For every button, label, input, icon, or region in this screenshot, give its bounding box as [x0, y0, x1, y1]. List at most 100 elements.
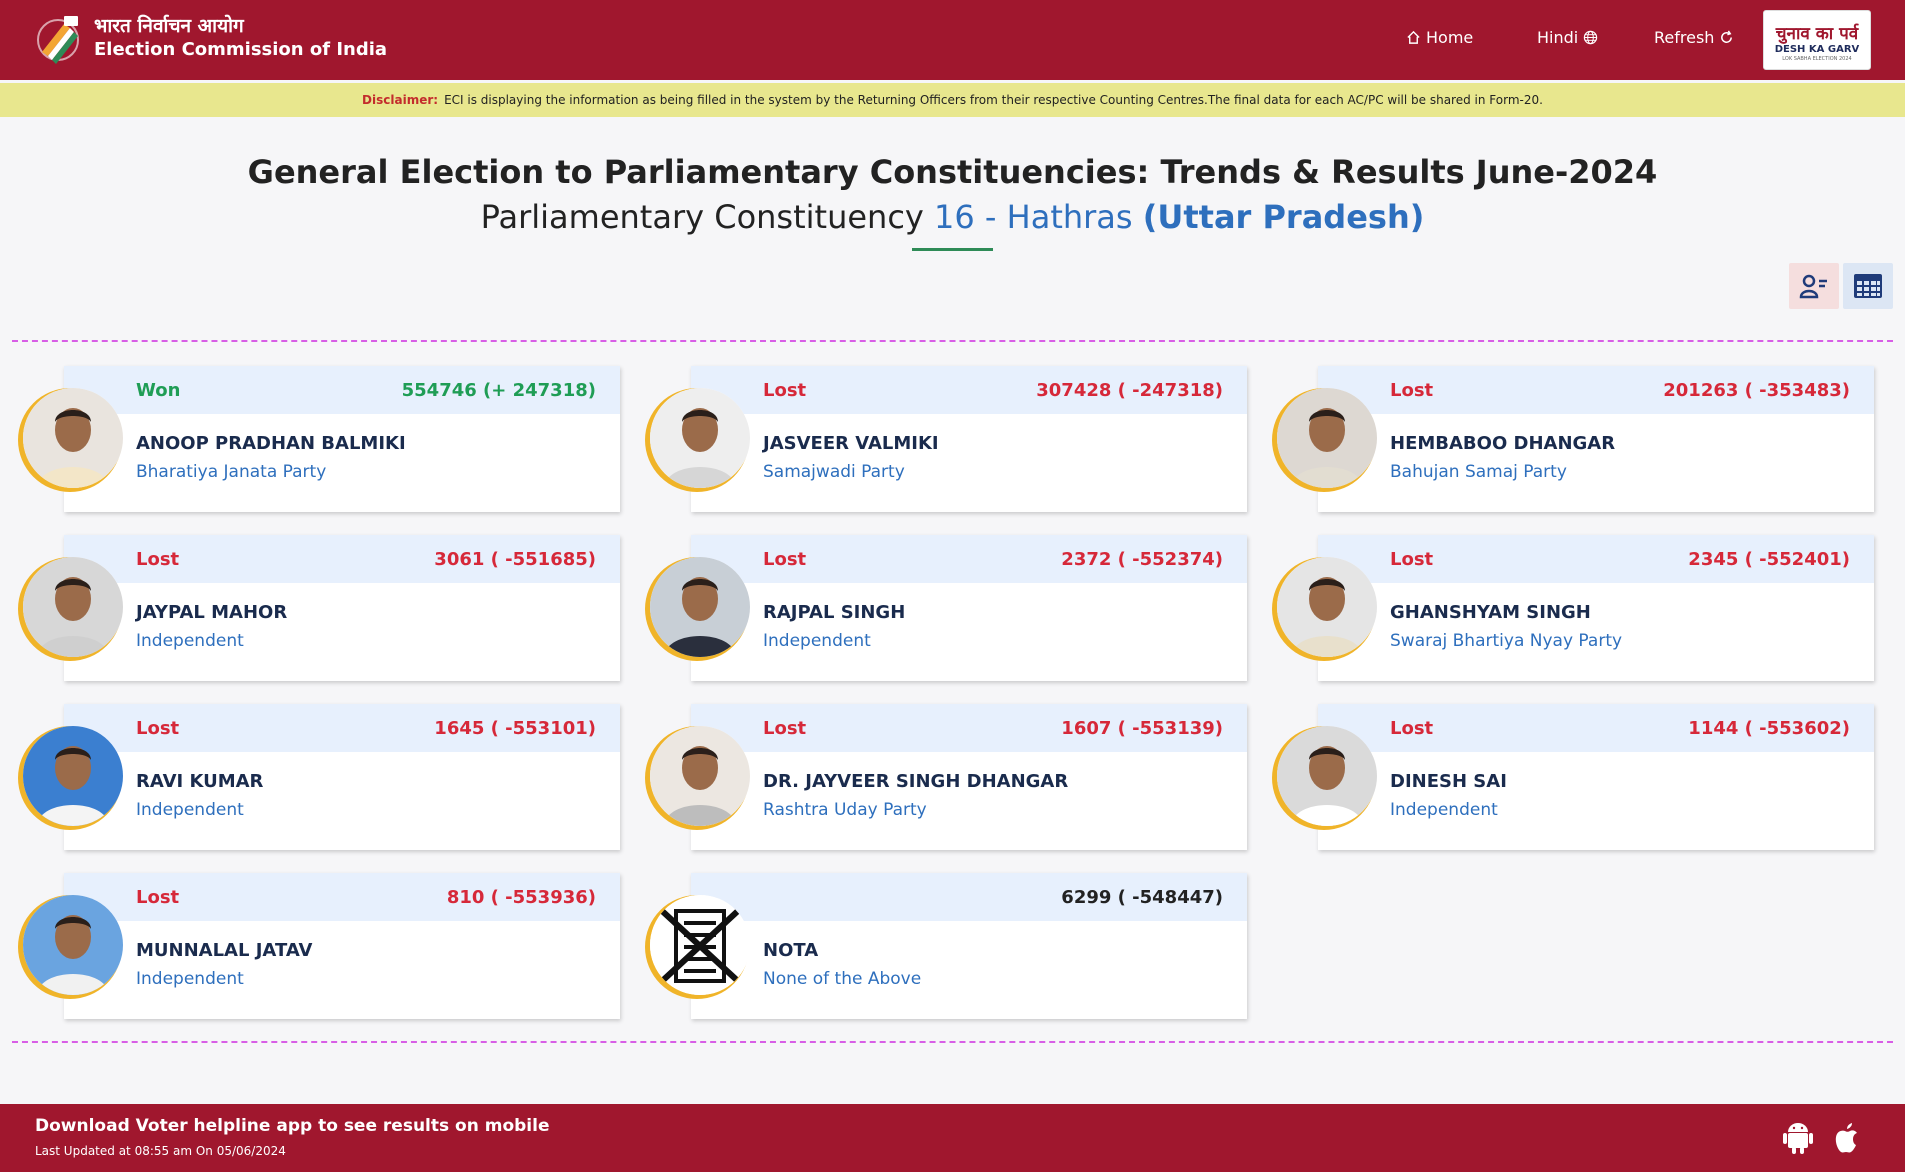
top-header: भारत निर्वाचन आयोग Election Commission o…: [0, 0, 1905, 80]
nav-hindi-link[interactable]: Hindi: [1537, 28, 1598, 47]
brand-english-title: Election Commission of India: [94, 39, 388, 60]
nav-home-label: Home: [1426, 28, 1474, 47]
party-name: Independent: [1390, 800, 1498, 820]
candidate-card-body: Lost 1645 ( -553101) RAVI KUMAR Independent: [64, 704, 620, 850]
candidate-photo: [650, 726, 750, 826]
vote-count: 307428 ( -247318): [1036, 380, 1223, 401]
result-status: Lost: [1390, 549, 1434, 570]
candidate-card[interactable]: Lost 2345 ( -552401) GHANSHYAM SINGH Swaraj…: [1272, 535, 1874, 681]
photo-ring: [645, 388, 750, 492]
candidate-card-body: 6299 ( -548447) NOTA None of the Above: [691, 873, 1247, 1019]
vote-count: 3061 ( -551685): [434, 549, 596, 570]
candidate-name: NOTA: [763, 940, 819, 961]
vote-count: 1144 ( -553602): [1688, 718, 1850, 739]
candidate-card[interactable]: Lost 3061 ( -551685) JAYPAL MAHOR Independe…: [18, 535, 620, 681]
candidate-card-body: Lost 2345 ( -552401) GHANSHYAM SINGH Swaraj…: [1318, 535, 1874, 681]
table-view-button[interactable]: [1843, 263, 1893, 309]
person-list-icon: [1799, 274, 1827, 299]
nav-hindi-label: Hindi: [1537, 28, 1579, 47]
party-name: Rashtra Uday Party: [763, 800, 927, 820]
result-status: Lost: [1390, 718, 1434, 739]
candidate-card-body: Lost 201263 ( -353483) HEMBABOO DHANGAR Bah…: [1318, 366, 1874, 512]
candidate-card-body: Lost 3061 ( -551685) JAYPAL MAHOR Independe…: [64, 535, 620, 681]
candidate-photo: [23, 895, 123, 995]
photo-ring: [18, 895, 123, 999]
result-status: Lost: [763, 380, 807, 401]
candidate-card[interactable]: Lost 1144 ( -553602) DINESH SAI Independent: [1272, 704, 1874, 850]
result-status: Lost: [136, 887, 180, 908]
candidate-view-button[interactable]: [1789, 263, 1839, 309]
candidate-name: GHANSHYAM SINGH: [1390, 602, 1591, 623]
candidate-photo: [23, 388, 123, 488]
party-name: Bharatiya Janata Party: [136, 462, 327, 482]
subtitle-prefix: Parliamentary Constituency: [480, 198, 924, 236]
candidate-photo: [650, 388, 750, 488]
vote-count: 1607 ( -553139): [1061, 718, 1223, 739]
candidate-name: ANOOP PRADHAN BALMIKI: [136, 433, 406, 454]
result-status: Lost: [136, 718, 180, 739]
refresh-icon: [1721, 30, 1733, 43]
party-name: Independent: [136, 631, 244, 651]
candidate-name: RAJPAL SINGH: [763, 602, 906, 623]
constituency-name: 16 - Hathras: [934, 198, 1133, 236]
candidate-name: MUNNALAL JATAV: [136, 940, 313, 961]
apple-icon[interactable]: [1828, 1120, 1864, 1156]
constituency-subtitle: Parliamentary Constituency 16 - Hathras …: [0, 198, 1905, 236]
candidate-name: JAYPAL MAHOR: [136, 602, 288, 623]
desh-ka-garv-badge[interactable]: चुनाव का पर्व DESH KA GARV LOK SABHA ELE…: [1763, 10, 1871, 70]
candidate-card-body: Lost 307428 ( -247318) JASVEER VALMIKI Sama…: [691, 366, 1247, 512]
candidate-card[interactable]: 6299 ( -548447) NOTA None of the Above: [645, 873, 1247, 1019]
brand[interactable]: भारत निर्वाचन आयोग Election Commission o…: [34, 10, 387, 66]
party-name: Independent: [136, 969, 244, 989]
vote-count: 554746 (+ 247318): [401, 380, 596, 401]
footer-last-updated: Last Updated at 08:55 am On 05/06/2024: [35, 1144, 286, 1158]
photo-ring: [645, 726, 750, 830]
brand-hindi-title: भारत निर्वाचन आयोग: [94, 15, 244, 37]
disclaimer-label: Disclaimer:: [362, 93, 439, 107]
vote-count: 201263 ( -353483): [1663, 380, 1850, 401]
candidate-photo: [1277, 388, 1377, 488]
candidate-card[interactable]: Won 554746 (+ 247318) ANOOP PRADHAN BALMIK…: [18, 366, 620, 512]
candidate-card[interactable]: Lost 2372 ( -552374) RAJPAL SINGH Independe…: [645, 535, 1247, 681]
bottom-divider: [12, 1041, 1893, 1043]
candidate-card[interactable]: Lost 1645 ( -553101) RAVI KUMAR Independent: [18, 704, 620, 850]
candidate-name: DINESH SAI: [1390, 771, 1507, 792]
candidate-card[interactable]: Lost 810 ( -553936) MUNNALAL JATAV Independ…: [18, 873, 620, 1019]
candidate-card[interactable]: Lost 201263 ( -353483) HEMBABOO DHANGAR Bah…: [1272, 366, 1874, 512]
candidate-card[interactable]: Lost 1607 ( -553139) DR. JAYVEER SINGH DHA…: [645, 704, 1247, 850]
state-name: (Uttar Pradesh): [1142, 198, 1425, 236]
party-name: Bahujan Samaj Party: [1390, 462, 1567, 482]
vote-count: 6299 ( -548447): [1061, 887, 1223, 908]
photo-ring: [18, 557, 123, 661]
candidate-card[interactable]: Lost 307428 ( -247318) JASVEER VALMIKI Sama…: [645, 366, 1247, 512]
disclaimer-bar: Disclaimer: ECI is displaying the informa…: [0, 83, 1905, 117]
party-name: Independent: [136, 800, 244, 820]
result-status: Lost: [763, 718, 807, 739]
vote-count: 810 ( -553936): [446, 887, 596, 908]
candidate-card-body: Lost 1144 ( -553602) DINESH SAI Independent: [1318, 704, 1874, 850]
home-icon: [1407, 30, 1420, 44]
nota-symbol-icon: [650, 895, 750, 995]
candidate-photo: [23, 557, 123, 657]
party-name: Independent: [763, 631, 871, 651]
table-grid-icon: [1854, 274, 1882, 298]
candidate-photo: [23, 726, 123, 826]
vote-count: 1645 ( -553101): [434, 718, 596, 739]
footer-download-text: Download Voter helpline app to see resul…: [35, 1116, 550, 1136]
nav-refresh-link[interactable]: Refresh: [1654, 28, 1734, 47]
candidate-photo: [650, 557, 750, 657]
candidate-photo: [1277, 726, 1377, 826]
page-title: General Election to Parliamentary Consti…: [247, 153, 1658, 191]
photo-ring: [1272, 557, 1377, 661]
footer: Download Voter helpline app to see resul…: [0, 1104, 1905, 1172]
party-name: None of the Above: [763, 969, 922, 989]
candidate-name: JASVEER VALMIKI: [763, 433, 939, 454]
nav-refresh-label: Refresh: [1654, 28, 1715, 47]
result-status: Lost: [136, 549, 180, 570]
nav-home-link[interactable]: Home: [1406, 28, 1473, 47]
title-underline: [912, 248, 993, 251]
globe-icon: [1584, 30, 1598, 45]
vote-count: 2345 ( -552401): [1688, 549, 1850, 570]
android-icon[interactable]: [1780, 1120, 1816, 1156]
top-divider: [12, 340, 1893, 342]
